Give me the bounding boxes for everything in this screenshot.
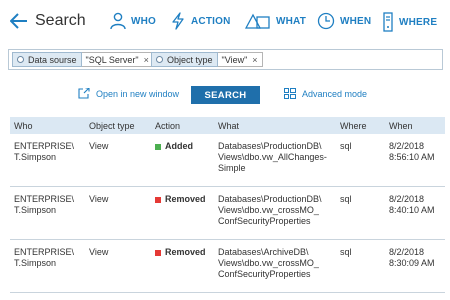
results-table: Who Object type Action What Where When E…	[10, 117, 445, 293]
cell-when: 8/2/2018 8:40:10 AM	[389, 194, 435, 215]
filter-chip-object-type[interactable]: Object type "View" ×	[151, 52, 263, 67]
radio-icon	[156, 56, 163, 63]
open-new-window-label: Open in new window	[96, 88, 180, 99]
table-row[interactable]: ENTERPRISE\ T.Simpson View Removed Databa…	[10, 240, 445, 293]
status-square-icon	[155, 249, 161, 256]
filter-value: "View" ×	[217, 52, 263, 67]
search-button[interactable]: SEARCH	[191, 86, 260, 104]
back-arrow-icon[interactable]	[9, 11, 28, 31]
advanced-mode-link[interactable]: Advanced mode	[284, 88, 367, 99]
nav-action[interactable]: ACTION	[170, 12, 231, 30]
filter-value: "SQL Server" ×	[81, 52, 154, 67]
header: Search WHO ACTION WHAT WHEN WHERE	[0, 0, 450, 44]
person-icon	[110, 12, 126, 30]
filter-chip-data-source[interactable]: Data sourse "SQL Server" ×	[12, 52, 154, 67]
server-icon	[382, 12, 394, 32]
table-row[interactable]: ENTERPRISE\ T.Simpson View Removed Databa…	[10, 187, 445, 240]
cell-object-type: View	[89, 141, 109, 151]
column-header-action[interactable]: Action	[155, 121, 180, 131]
table-row[interactable]: ENTERPRISE\ T.Simpson View Added Database…	[10, 134, 445, 187]
search-actions: Open in new window SEARCH Advanced mode	[0, 86, 450, 104]
filter-key: Data sourse	[12, 52, 82, 67]
status-square-icon	[155, 196, 161, 203]
nav-when-label: WHEN	[340, 15, 372, 27]
nav-where-label: WHERE	[399, 16, 438, 28]
column-header-where[interactable]: Where	[340, 121, 367, 131]
cell-when: 8/2/2018 8:30:09 AM	[389, 247, 435, 268]
cell-action: Removed	[155, 194, 215, 205]
cell-where: sql	[340, 247, 352, 257]
external-window-icon	[78, 88, 90, 99]
cell-what: Databases\ArchiveDB\ Views\dbo.vw_crossMO…	[218, 247, 319, 279]
cell-who: ENTERPRISE\ T.Simpson	[14, 194, 75, 215]
cell-what: Databases\ProductionDB\ Views\dbo.vw_cros…	[218, 194, 322, 226]
column-header-who[interactable]: Who	[14, 121, 33, 131]
status-square-icon	[155, 143, 161, 150]
cell-where: sql	[340, 141, 352, 151]
cell-action: Removed	[155, 247, 215, 258]
grid-icon	[284, 88, 296, 99]
cell-when: 8/2/2018 8:56:10 AM	[389, 141, 435, 162]
cell-what: Databases\ProductionDB\ Views\dbo.vw_AllC…	[218, 141, 327, 173]
nav-what-label: WHAT	[276, 15, 307, 27]
clock-icon	[317, 12, 335, 30]
column-header-object-type[interactable]: Object type	[89, 121, 135, 131]
remove-filter-icon[interactable]: ×	[252, 55, 257, 65]
nav-who-label: WHO	[131, 15, 157, 27]
open-new-window-link[interactable]: Open in new window	[78, 88, 179, 99]
nav-where[interactable]: WHERE	[382, 12, 437, 32]
radio-icon	[17, 56, 24, 63]
cell-object-type: View	[89, 247, 109, 257]
cell-where: sql	[340, 194, 352, 204]
nav-when[interactable]: WHEN	[317, 12, 371, 30]
shapes-icon	[245, 12, 271, 30]
column-header-when[interactable]: When	[389, 121, 413, 131]
cell-object-type: View	[89, 194, 109, 204]
nav-what[interactable]: WHAT	[245, 12, 306, 30]
column-header-what[interactable]: What	[218, 121, 239, 131]
advanced-mode-label: Advanced mode	[302, 88, 368, 99]
lightning-icon	[170, 12, 186, 30]
cell-action: Added	[155, 141, 215, 152]
filter-bar[interactable]: Data sourse "SQL Server" × Object type "V…	[8, 49, 443, 70]
cell-who: ENTERPRISE\ T.Simpson	[14, 247, 75, 268]
cell-who: ENTERPRISE\ T.Simpson	[14, 141, 75, 162]
page-title: Search	[35, 12, 86, 29]
table-header: Who Object type Action What Where When	[10, 117, 445, 134]
nav-who[interactable]: WHO	[110, 12, 156, 30]
filter-key: Object type	[151, 52, 218, 67]
remove-filter-icon[interactable]: ×	[144, 55, 149, 65]
nav-action-label: ACTION	[191, 15, 231, 27]
